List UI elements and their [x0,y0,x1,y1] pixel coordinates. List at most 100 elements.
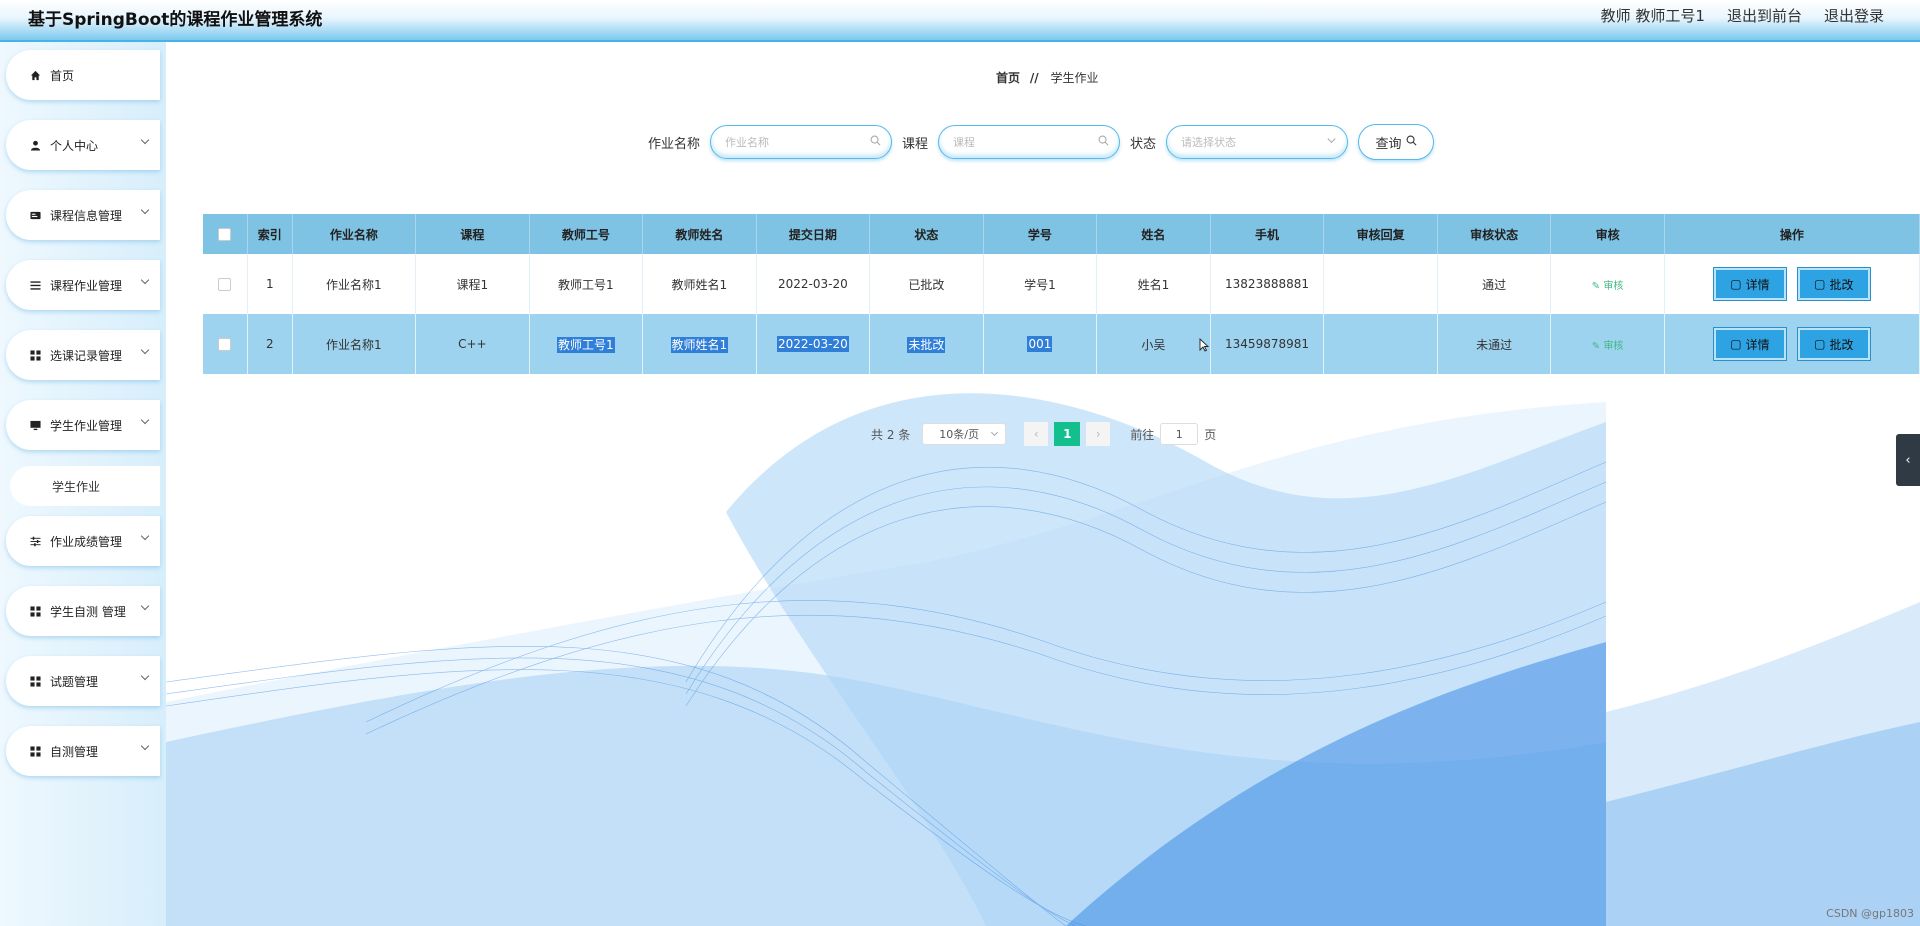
cell-reply [1323,314,1438,374]
course-input[interactable] [951,134,1096,150]
status-label: 状态 [1130,136,1157,152]
selected-text: 001 [1027,336,1053,352]
sidebar-item-course-homework[interactable]: 课程作业管理 [6,260,160,310]
side-collapse-tab[interactable]: ‹ [1896,434,1920,486]
col-course: 课程 [415,214,530,254]
sidebar-item-label: 学生作业管理 [50,418,123,433]
cell-teacher-no: 教师工号1 [529,254,644,314]
current-user: 教师 教师工号1 [1600,7,1705,25]
chevron-right-icon: › [1095,427,1101,441]
grade-button-label: 批改 [1829,337,1854,352]
sidebar-item-label: 首页 [50,68,75,83]
sidebar-item-test-management[interactable]: 自测管理 [6,726,160,776]
cell-student-no: 学号1 [983,254,1098,314]
sidebar-subitem-student-homework[interactable]: 学生作业 [10,466,160,506]
sidebar-item-self-test[interactable]: 学生自测 管理 [6,586,160,636]
detail-button[interactable]: ▢ 详情 [1712,267,1787,301]
sliders-icon [28,534,42,548]
prev-page-button[interactable]: ‹ [1024,422,1049,446]
audit-link[interactable]: ✎ 审核 [1592,281,1624,292]
background-waves [166,393,1920,926]
col-actions: 操作 [1664,214,1920,254]
sidebar-item-course-selection[interactable]: 选课记录管理 [6,330,160,380]
selected-text: 未批改 [907,336,946,353]
sidebar-item-course-info[interactable]: 课程信息管理 [6,190,160,240]
cell-audit: ✎ 审核 [1550,254,1665,314]
breadcrumb-home[interactable]: 首页 [996,71,1020,85]
cell-reply [1323,254,1438,314]
page-number-current[interactable]: 1 [1054,422,1081,446]
pagination-total: 共 2 条 [871,427,911,442]
breadcrumb-separator: // [1029,71,1039,85]
chevron-down-icon [140,741,150,751]
col-status: 状态 [869,214,984,254]
document-icon: ▢ [1730,337,1742,351]
document-icon: ▢ [1814,277,1826,291]
logout-link[interactable]: 退出登录 [1824,5,1884,26]
course-field[interactable] [938,125,1121,159]
search-icon [1406,135,1417,150]
sidebar-item-label: 课程作业管理 [50,278,123,293]
cell-student-name: 姓名1 [1096,254,1211,314]
sidebar-item-homework-grades[interactable]: 作业成绩管理 [6,516,160,566]
col-index: 索引 [247,214,293,254]
page-size-select[interactable]: 10条/页 [922,423,1007,445]
status-select[interactable] [1166,125,1349,159]
chevron-down-icon [140,345,150,355]
grid-icon [28,348,42,362]
sidebar-item-questions[interactable]: 试题管理 [6,656,160,706]
select-all-header[interactable] [203,214,248,254]
col-audit-status: 审核状态 [1437,214,1552,254]
selected-text: 2022-03-20 [776,336,849,352]
course-label: 课程 [902,136,929,152]
sidebar-item-label: 作业成绩管理 [50,534,123,549]
monitor-icon [28,418,42,432]
cell-name: 作业名称1 [292,314,417,374]
selected-text: 教师姓名1 [670,336,729,353]
col-teacher-no: 教师工号 [529,214,644,254]
exit-to-front-link[interactable]: 退出到前台 [1727,5,1802,26]
chevron-down-icon [140,601,150,611]
audit-link-label: 审核 [1603,280,1624,292]
status-select-input[interactable] [1179,134,1324,150]
table-row: 1 作业名称1 课程1 教师工号1 教师姓名1 2022-03-20 已批改 学… [203,254,1920,314]
cell-student-name: 小吴 [1096,314,1211,374]
col-student-name: 姓名 [1096,214,1211,254]
row-checkbox[interactable] [218,338,232,351]
detail-button[interactable]: ▢ 详情 [1712,327,1787,361]
document-icon: ▢ [1814,337,1826,351]
row-checkbox[interactable] [218,278,232,291]
card-icon [28,208,42,222]
cell-phone: 13823888881 [1210,254,1325,314]
list-icon [28,278,42,292]
sidebar-item-student-homework[interactable]: 学生作业管理 [6,400,160,450]
grid-icon [28,674,42,688]
next-page-button[interactable]: › [1086,422,1111,446]
select-all-checkbox[interactable] [218,228,232,241]
detail-button-label: 详情 [1745,337,1770,352]
grade-button[interactable]: ▢ 批改 [1796,267,1871,301]
homework-name-field[interactable] [710,125,893,159]
homework-table: 索引 作业名称 课程 教师工号 教师姓名 提交日期 状态 学号 姓名 手机 审核… [203,214,1920,374]
grid-icon [28,604,42,618]
query-button[interactable]: 查询 [1358,124,1435,160]
row-checkbox-cell[interactable] [203,314,248,374]
audit-link[interactable]: ✎ 审核 [1592,341,1624,352]
document-icon: ▢ [1730,277,1742,291]
cell-teacher-no: 教师工号1 [529,314,644,374]
chevron-down-icon [140,205,150,215]
homework-name-input[interactable] [723,134,868,150]
sidebar-item-label: 课程信息管理 [50,208,123,223]
breadcrumb-current: 学生作业 [1050,71,1099,85]
sidebar-item-personal[interactable]: 个人中心 [6,120,160,170]
cell-audit-status: 未通过 [1437,314,1552,374]
col-audit: 审核 [1550,214,1665,254]
watermark: CSDN @gp1803 [1826,907,1914,920]
row-checkbox-cell[interactable] [203,254,248,314]
sidebar-item-home[interactable]: 首页 [6,50,160,100]
col-phone: 手机 [1210,214,1325,254]
grade-button[interactable]: ▢ 批改 [1796,327,1871,361]
grade-button-label: 批改 [1829,277,1854,292]
cell-status: 未批改 [869,314,984,374]
goto-page-input[interactable] [1160,423,1199,445]
